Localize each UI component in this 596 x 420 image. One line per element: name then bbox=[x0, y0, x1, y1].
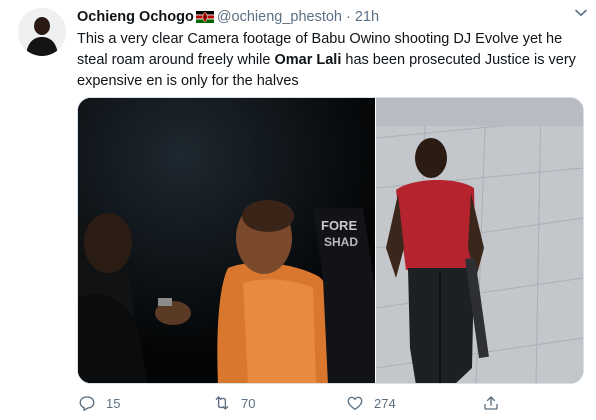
share-icon bbox=[481, 393, 501, 413]
media-grid[interactable]: FORE SHAD bbox=[77, 97, 584, 384]
reply-icon bbox=[77, 393, 97, 413]
timestamp[interactable]: 21h bbox=[355, 9, 379, 25]
handle[interactable]: @ochieng_phestoh bbox=[217, 9, 342, 25]
chevron-down-icon[interactable] bbox=[574, 6, 588, 20]
retweet-count: 70 bbox=[241, 395, 256, 411]
share-button[interactable] bbox=[481, 393, 510, 413]
tweet-text-mention: Omar Lali bbox=[274, 52, 342, 68]
tweet-text: This a very clear Camera footage of Babu… bbox=[77, 29, 587, 92]
media-image-right[interactable] bbox=[375, 98, 583, 383]
retweet-icon bbox=[212, 393, 232, 413]
media-left-shirt-text-2: SHAD bbox=[324, 235, 358, 249]
reply-button[interactable]: 15 bbox=[77, 393, 120, 413]
action-bar: 15 70 274 bbox=[77, 390, 557, 416]
reply-count: 15 bbox=[106, 395, 121, 411]
like-count: 274 bbox=[374, 395, 396, 411]
like-button[interactable]: 274 bbox=[345, 393, 396, 413]
retweet-button[interactable]: 70 bbox=[212, 393, 255, 413]
separator-dot: · bbox=[346, 9, 351, 25]
heart-icon bbox=[345, 393, 365, 413]
kenya-flag-icon bbox=[195, 11, 214, 23]
tweet[interactable]: Ochieng Ochogo @ochieng_phestoh · 21h Th… bbox=[0, 0, 596, 420]
display-name[interactable]: Ochieng Ochogo bbox=[77, 9, 194, 25]
media-image-left[interactable]: FORE SHAD bbox=[78, 98, 375, 383]
media-left-shirt-text-1: FORE bbox=[321, 218, 357, 233]
tweet-header: Ochieng Ochogo @ochieng_phestoh · 21h bbox=[77, 6, 584, 28]
avatar[interactable] bbox=[18, 8, 66, 56]
